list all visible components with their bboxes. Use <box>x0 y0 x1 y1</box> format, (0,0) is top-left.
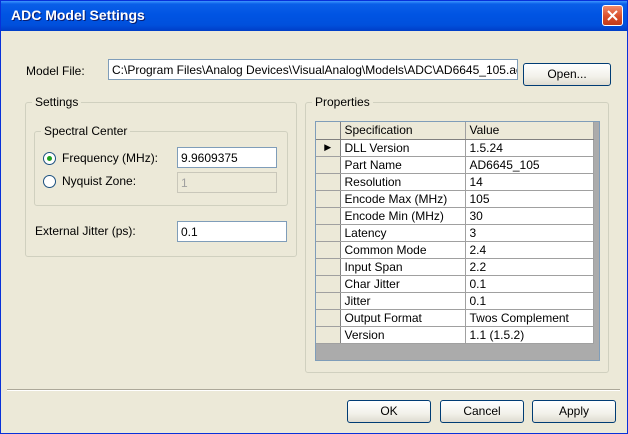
spec-cell[interactable]: Part Name <box>340 156 466 174</box>
table-row[interactable]: Common Mode 2.4 <box>316 241 594 259</box>
value-cell[interactable]: AD6645_105 <box>465 156 594 174</box>
title-bar[interactable]: ADC Model Settings <box>1 1 627 31</box>
value-cell[interactable]: 1.1 (1.5.2) <box>465 326 594 344</box>
spec-cell[interactable]: DLL Version <box>340 139 466 157</box>
row-header-corner <box>316 122 341 140</box>
value-cell[interactable]: 14 <box>465 173 594 191</box>
apply-button[interactable]: Apply <box>532 400 616 423</box>
spec-cell[interactable]: Output Format <box>340 309 466 327</box>
properties-table: Specification Value ▶ DLL Version 1.5.24… <box>316 122 594 344</box>
properties-group-title: Properties <box>312 95 373 109</box>
spec-cell[interactable]: Char Jitter <box>340 275 466 293</box>
row-header <box>316 241 341 259</box>
table-row[interactable]: Jitter 0.1 <box>316 292 594 310</box>
open-button[interactable]: Open... <box>523 63 611 86</box>
cancel-button[interactable]: Cancel <box>440 400 524 423</box>
nyquist-zone-label: Nyquist Zone: <box>62 174 137 188</box>
value-cell[interactable]: 3 <box>465 224 594 242</box>
spec-cell[interactable]: Encode Max (MHz) <box>340 190 466 208</box>
table-row[interactable]: Encode Max (MHz) 105 <box>316 190 594 208</box>
external-jitter-input[interactable]: 0.1 <box>177 221 287 242</box>
table-row[interactable]: Encode Min (MHz) 30 <box>316 207 594 225</box>
table-row[interactable]: Part Name AD6645_105 <box>316 156 594 174</box>
external-jitter-label: External Jitter (ps): <box>35 224 136 238</box>
spec-cell[interactable]: Encode Min (MHz) <box>340 207 466 225</box>
nyquist-zone-radio[interactable] <box>43 175 56 188</box>
table-row[interactable]: Latency 3 <box>316 224 594 242</box>
spec-cell[interactable]: Common Mode <box>340 241 466 259</box>
table-header-row: Specification Value <box>316 122 594 140</box>
radio-selected-dot <box>47 156 52 161</box>
table-row[interactable]: Input Span 2.2 <box>316 258 594 276</box>
value-cell[interactable]: 105 <box>465 190 594 208</box>
table-row[interactable]: Char Jitter 0.1 <box>316 275 594 293</box>
value-cell[interactable]: 2.2 <box>465 258 594 276</box>
dialog-window: ADC Model Settings Model File: C:\Progra… <box>0 0 628 434</box>
spec-cell[interactable]: Input Span <box>340 258 466 276</box>
value-cell[interactable]: 0.1 <box>465 275 594 293</box>
spec-cell[interactable]: Latency <box>340 224 466 242</box>
row-header <box>316 173 341 191</box>
row-header <box>316 258 341 276</box>
row-header <box>316 326 341 344</box>
value-cell[interactable]: 0.1 <box>465 292 594 310</box>
row-header <box>316 207 341 225</box>
spectral-center-group: Spectral Center <box>34 124 288 206</box>
spec-cell[interactable]: Resolution <box>340 173 466 191</box>
current-row-indicator: ▶ <box>316 139 341 157</box>
value-cell[interactable]: 1.5.24 <box>465 139 594 157</box>
table-row[interactable]: Resolution 14 <box>316 173 594 191</box>
spectral-center-group-title: Spectral Center <box>41 124 131 138</box>
row-header <box>316 292 341 310</box>
frequency-label: Frequency (MHz): <box>62 151 159 165</box>
window-title: ADC Model Settings <box>11 7 145 23</box>
ok-button[interactable]: OK <box>347 400 431 423</box>
frequency-radio[interactable] <box>43 152 56 165</box>
frequency-input[interactable]: 9.9609375 <box>177 147 277 168</box>
table-row[interactable]: ▶ DLL Version 1.5.24 <box>316 139 594 157</box>
nyquist-zone-input: 1 <box>177 172 277 193</box>
table-row[interactable]: Version 1.1 (1.5.2) <box>316 326 594 344</box>
column-header-value[interactable]: Value <box>465 122 594 140</box>
close-button[interactable] <box>602 5 623 26</box>
value-cell[interactable]: 2.4 <box>465 241 594 259</box>
row-header <box>316 309 341 327</box>
model-file-path-field[interactable]: C:\Program Files\Analog Devices\VisualAn… <box>108 59 518 80</box>
row-header <box>316 190 341 208</box>
row-header <box>316 275 341 293</box>
row-header <box>316 156 341 174</box>
close-icon <box>607 10 618 21</box>
value-cell[interactable]: 30 <box>465 207 594 225</box>
spec-cell[interactable]: Version <box>340 326 466 344</box>
value-cell[interactable]: Twos Complement <box>465 309 594 327</box>
column-header-specification[interactable]: Specification <box>340 122 466 140</box>
row-header <box>316 224 341 242</box>
table-row[interactable]: Output Format Twos Complement <box>316 309 594 327</box>
model-file-label: Model File: <box>26 64 85 78</box>
button-separator <box>7 389 620 391</box>
spec-cell[interactable]: Jitter <box>340 292 466 310</box>
settings-group-title: Settings <box>32 95 82 109</box>
properties-grid[interactable]: Specification Value ▶ DLL Version 1.5.24… <box>315 121 600 361</box>
